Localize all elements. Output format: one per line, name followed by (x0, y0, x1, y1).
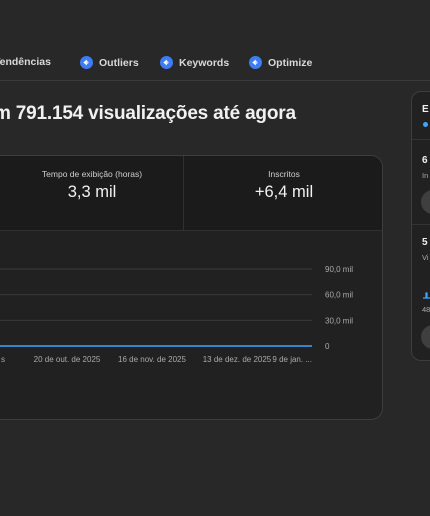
metric-subscribers[interactable]: Inscritos +6,4 mil (184, 156, 382, 231)
tab-tendencias-label: Tendências (0, 56, 51, 68)
side-divider (412, 224, 430, 225)
tab-keywords[interactable]: Keywords (160, 56, 229, 69)
side-block3-button[interactable] (421, 325, 430, 349)
tab-outliers[interactable]: Outliers (80, 56, 139, 69)
x-tick-label: s (1, 355, 5, 364)
side-block1-label: In (422, 171, 429, 180)
views-chart: 90,0 mil 60,0 mil 30,0 mil 0 s 20 de out. de … (0, 231, 382, 419)
legend-dot (423, 122, 428, 127)
tab-optimize-label: Optimize (268, 56, 313, 69)
y-tick-label: 30,0 mil (325, 316, 353, 325)
views-headline: m 791.154 visualizações até agora (0, 103, 296, 124)
tab-tendencias[interactable]: Tendências (0, 56, 51, 68)
x-tick-label: 16 de nov. de 2025 (118, 355, 186, 364)
overview-card: Tempo de exibição (horas) 3,3 mil Inscri… (0, 155, 383, 420)
side-block2-label: Vi (422, 253, 429, 262)
tab-optimize[interactable]: Optimize (249, 56, 312, 69)
x-tick-label: 9 de jan. ... (272, 355, 312, 364)
side-block1-button[interactable] (421, 190, 430, 214)
metrics-row: Tempo de exibição (horas) 3,3 mil Inscri… (0, 156, 382, 231)
views-chart-svg: 90,0 mil 60,0 mil 30,0 mil 0 s 20 de out. de … (0, 265, 353, 364)
x-tick-label: 20 de out. de 2025 (34, 355, 101, 364)
metric-subscribers-value: +6,4 mil (254, 183, 314, 201)
analytics-tab-bar: Tendências Outliers Keywords Optimize (0, 0, 430, 81)
tab-keywords-label: Keywords (179, 56, 230, 69)
side-block3-label: 48 (422, 305, 430, 314)
y-tick-label: 90,0 mil (325, 265, 353, 274)
side-block1-value: 6 (422, 155, 428, 166)
extension-icon (80, 56, 93, 69)
metric-watch-time-label: Tempo de exibição (horas) (41, 169, 143, 179)
extension-icon (160, 56, 173, 69)
tab-outliers-label: Outliers (99, 56, 139, 69)
y-tick-label: 60,0 mil (325, 291, 353, 300)
y-tick-label: 0 (325, 342, 330, 351)
side-divider (412, 139, 430, 140)
extension-icon (249, 56, 262, 69)
x-tick-label: 13 de dez. de 2025 (203, 355, 272, 364)
sparkline (423, 292, 430, 299)
side-panel-title: E (422, 104, 429, 115)
metric-subscribers-label: Inscritos (268, 169, 300, 179)
side-block2-value: 5 (422, 237, 428, 248)
metric-watch-time-value: 3,3 mil (67, 183, 117, 201)
metric-watch-time[interactable]: Tempo de exibição (horas) 3,3 mil (1, 156, 183, 231)
side-panel: E 6 In 5 Vi 48 (411, 91, 430, 361)
